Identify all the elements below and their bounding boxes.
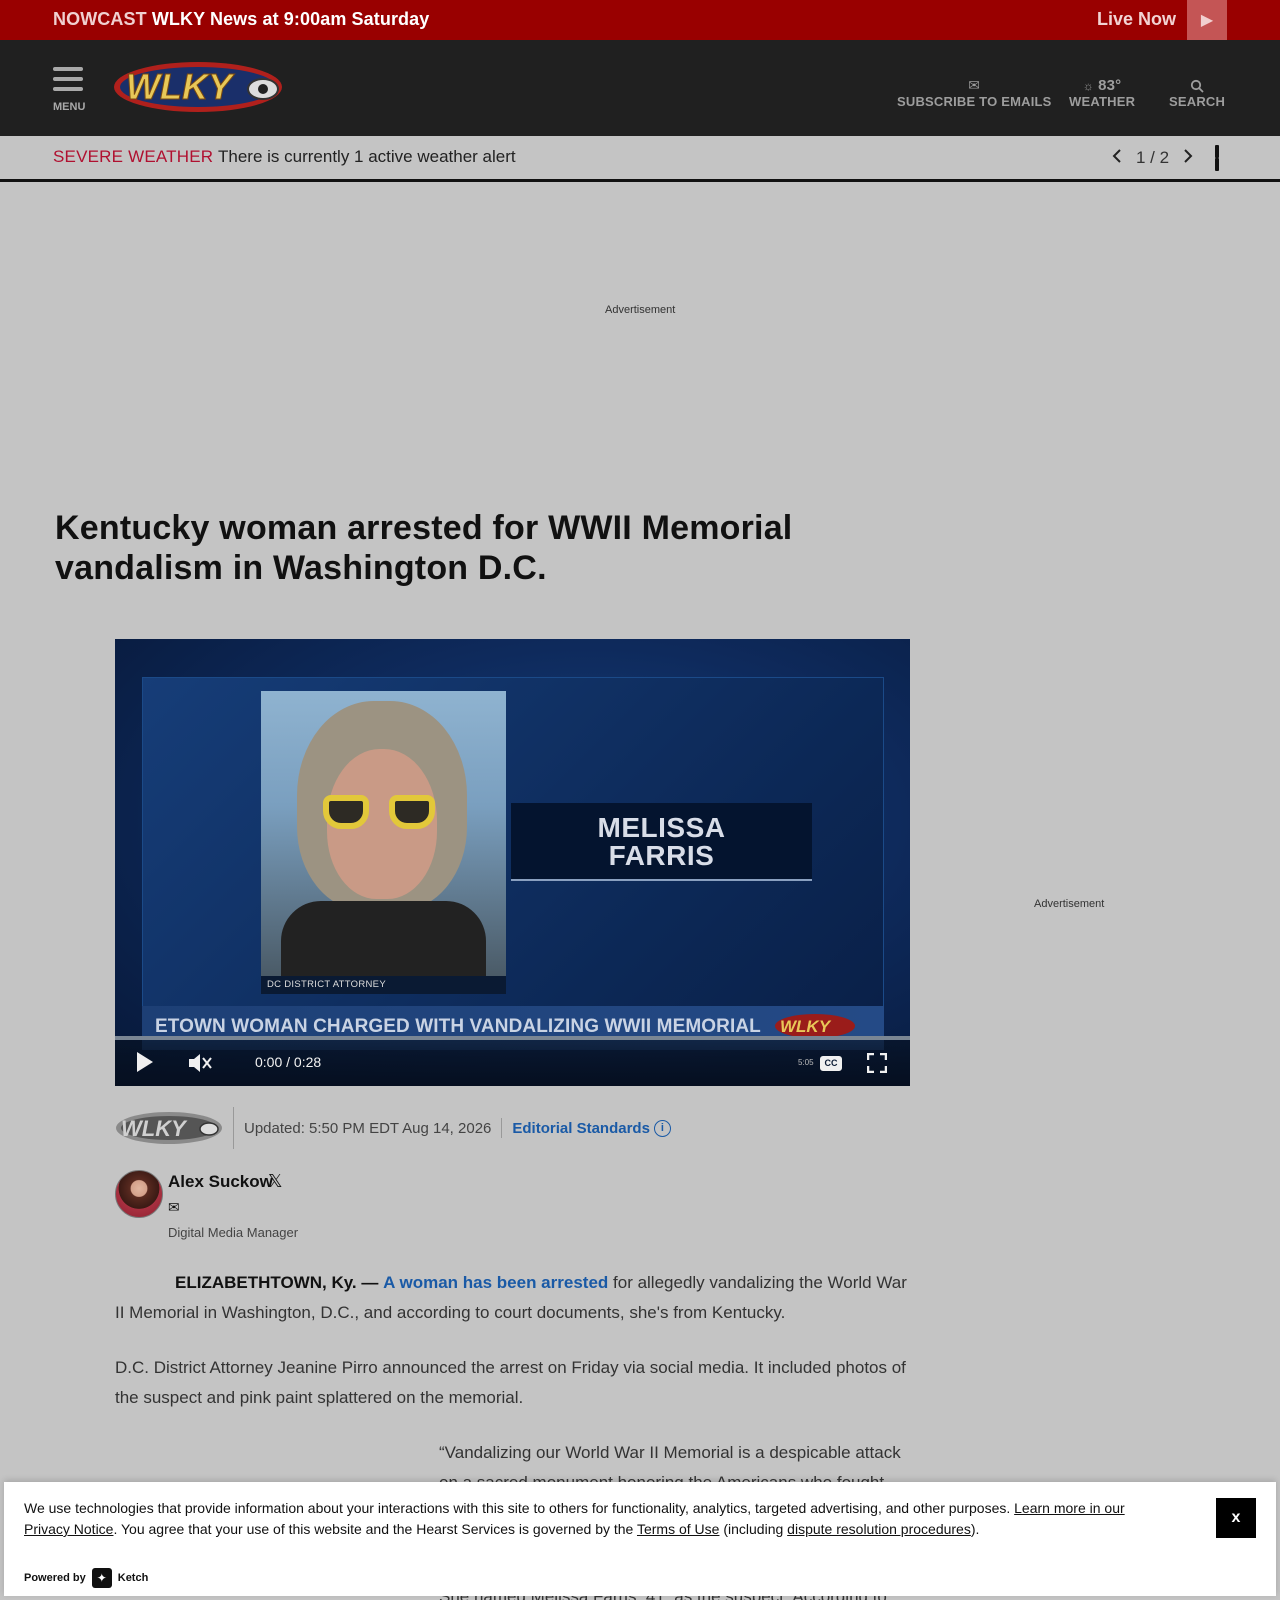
logo-text: WLKY: [126, 66, 235, 107]
nowcast-title[interactable]: NOWCAST WLKY News at 9:00am Saturday: [53, 9, 429, 30]
nowcast-show-title: WLKY News at 9:00am Saturday: [151, 9, 430, 29]
meta-divider: [233, 1107, 234, 1149]
menu-button[interactable]: MENU: [53, 67, 85, 113]
chevron-right-icon[interactable]: [1183, 148, 1193, 169]
video-nameplate: MELISSA FARRIS: [511, 803, 812, 881]
lower-third-logo-text: WLKY: [780, 1017, 832, 1036]
site-header: MENU WLKY ✉ SUBSCRIBE TO EMAILS ☼ 83° WE…: [0, 40, 1280, 136]
nowcast-prefix: NOWCAST: [53, 9, 147, 29]
dateline: ELIZABETHTOWN, Ky. —: [175, 1273, 379, 1292]
quote-line-1: “Vandalizing our World War II Memorial i…: [439, 1443, 901, 1462]
lower-third-text: ETOWN WOMAN CHARGED WITH VANDALIZING WWI…: [155, 1016, 761, 1037]
updated-timestamp: Updated: 5:50 PM EDT Aug 14, 2026: [244, 1119, 492, 1137]
cookie-text-d: ).: [970, 1521, 980, 1537]
subscribe-emails-button[interactable]: ✉ SUBSCRIBE TO EMAILS: [897, 76, 1052, 109]
live-play-button[interactable]: ▶: [1187, 0, 1227, 40]
suspect-photo: [261, 691, 506, 978]
video-player[interactable]: DC DISTRICT ATTORNEY MELISSA FARRIS ETOW…: [115, 639, 910, 1086]
live-now-label[interactable]: Live Now: [1097, 9, 1176, 30]
article-paragraph-1: ELIZABETHTOWN, Ky. — A woman has been ar…: [115, 1268, 915, 1328]
nowcast-bar[interactable]: NOWCAST WLKY News at 9:00am Saturday Liv…: [0, 0, 1280, 40]
fullscreen-icon[interactable]: [866, 1052, 888, 1078]
article-headline: Kentucky woman arrested for WWII Memoria…: [55, 509, 793, 587]
side-ad-label: Advertisement: [1034, 898, 1105, 910]
hamburger-icon-bar: [53, 87, 83, 91]
station-logo-text: WLKY: [121, 1116, 188, 1141]
cookie-text-c: (including: [723, 1521, 784, 1537]
ketch-brand[interactable]: Ketch: [118, 1572, 149, 1584]
powered-by-label: Powered by: [24, 1572, 86, 1584]
play-icon[interactable]: [137, 1052, 153, 1072]
search-label: SEARCH: [1169, 94, 1226, 109]
search-button[interactable]: SEARCH: [1169, 76, 1225, 109]
search-icon: [1169, 76, 1225, 94]
nameplate-line-2: FARRIS: [608, 840, 715, 871]
editorial-standards-label: Editorial Standards: [512, 1119, 650, 1137]
photo-caption: DC DISTRICT ATTORNEY: [261, 976, 506, 994]
author-name[interactable]: Alex Suckow: [168, 1172, 273, 1192]
alert-message[interactable]: There is currently 1 active weather aler…: [218, 147, 516, 167]
arrest-link[interactable]: A woman has been arrested: [383, 1273, 608, 1292]
top-ad-label: Advertisement: [605, 304, 676, 316]
wlky-logo[interactable]: WLKY: [112, 59, 287, 115]
cookie-text: We use technologies that provide informa…: [24, 1498, 1174, 1540]
hamburger-icon-bar: [53, 77, 83, 81]
weather-icon-row: ☼ 83°: [1069, 76, 1135, 94]
muted-speaker-icon[interactable]: [187, 1052, 213, 1079]
weather-alert-strip: SEVERE WEATHER There is currently 1 acti…: [0, 136, 1280, 182]
email-icon[interactable]: ✉: [168, 1199, 180, 1216]
weather-label: WEATHER: [1069, 94, 1136, 109]
closed-captions-button[interactable]: CC: [820, 1056, 842, 1071]
terms-of-use-link[interactable]: Terms of Use: [637, 1521, 719, 1537]
alert-pager: 1 / 2: [1112, 145, 1220, 171]
x-twitter-icon[interactable]: 𝕏: [268, 1171, 283, 1192]
cookie-text-a: We use technologies that provide informa…: [24, 1500, 1011, 1516]
alert-page-count: 1 / 2: [1136, 148, 1170, 167]
menu-label: MENU: [53, 101, 86, 113]
article-paragraph-2: D.C. District Attorney Jeanine Pirro ann…: [115, 1358, 906, 1407]
subscribe-label: SUBSCRIBE TO EMAILS: [897, 94, 1052, 109]
editorial-standards-link[interactable]: Editorial Standards i: [512, 1119, 671, 1137]
powered-by: Powered by ✦ Ketch: [24, 1568, 148, 1588]
hamburger-icon: [53, 67, 83, 71]
author-title: Digital Media Manager: [168, 1225, 299, 1240]
video-time: 0:00 / 0:28: [255, 1054, 322, 1070]
ketch-logo-icon: ✦: [91, 1568, 112, 1588]
play-icon: ▶: [1200, 12, 1214, 29]
video-controls: 0:00 / 0:28 5:05 CC: [115, 1040, 910, 1086]
meta-divider: [501, 1118, 503, 1138]
cookie-text-b: . You agree that your use of this websit…: [113, 1521, 634, 1537]
nameplate-line-1: MELISSA: [597, 812, 726, 843]
alert-category: SEVERE WEATHER: [53, 147, 214, 166]
envelope-icon: ✉: [968, 77, 981, 93]
article-meta: WLKY Updated: 5:50 PM EDT Aug 14, 2026 E…: [115, 1107, 671, 1149]
cookie-close-button[interactable]: x: [1216, 1498, 1256, 1538]
video-mini-time: 5:05: [798, 1058, 814, 1067]
pause-icon[interactable]: [1215, 145, 1220, 171]
info-icon: i: [653, 1119, 671, 1137]
station-logo[interactable]: WLKY: [115, 1110, 223, 1146]
dispute-resolution-link[interactable]: dispute resolution procedures: [787, 1521, 971, 1537]
chevron-left-icon[interactable]: [1112, 148, 1122, 169]
cookie-consent-banner: We use technologies that provide informa…: [4, 1482, 1276, 1596]
weather-button[interactable]: ☼ 83° WEATHER: [1069, 76, 1135, 109]
author-avatar[interactable]: [115, 1170, 163, 1218]
sun-icon: ☼: [1082, 79, 1094, 93]
weather-temp: 83°: [1098, 77, 1122, 94]
